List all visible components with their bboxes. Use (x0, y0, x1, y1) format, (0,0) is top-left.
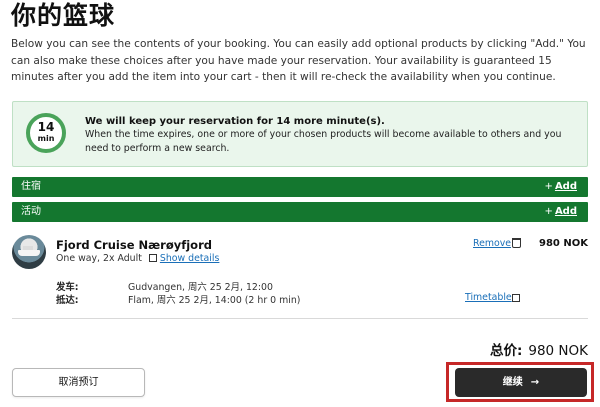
section-bar-accommodation: 住宿 + Add (12, 177, 588, 197)
arrival-label: 抵达: (56, 295, 79, 306)
add-activity-button[interactable]: + Add (545, 202, 577, 222)
trash-icon[interactable] (512, 238, 521, 248)
divider (12, 318, 588, 319)
total-value: 980 NOK (528, 343, 588, 359)
section-bar-activities: 活动 + Add (12, 202, 588, 222)
timer-text: When the time expires, one or more of yo… (85, 129, 562, 154)
total-label: 总价: (489, 343, 523, 359)
section-label-activities: 活动 (21, 206, 41, 217)
intro-text: Below you can see the contents of your b… (11, 38, 586, 83)
product-thumbnail (12, 235, 46, 269)
external-link-icon (148, 254, 157, 262)
departure-label: 发车: (56, 282, 79, 293)
timer-minutes: 14 (37, 120, 55, 134)
departure-value: Gudvangen, 周六 25 2月, 12:00 (128, 282, 273, 293)
timer-icon: 14 min (26, 113, 66, 153)
show-details-link[interactable]: Show details (148, 253, 219, 264)
product-subtitle: One way, 2x Adult Show details (56, 253, 219, 264)
section-label-accommodation: 住宿 (21, 181, 41, 192)
product-name: Fjord Cruise Nærøyfjord (56, 238, 212, 252)
arrival-value: Flam, 周六 25 2月, 14:00 (2 hr 0 min) (128, 295, 301, 306)
total-price: 总价: 980 NOK (490, 339, 588, 359)
product-ticket-info: One way, 2x Adult (56, 253, 142, 264)
plus-icon: + (544, 206, 553, 217)
timer-heading: We will keep your reservation for 14 mor… (85, 116, 385, 127)
page-title: 你的篮球 (11, 1, 116, 30)
cancel-booking-button[interactable]: 取消预订 (12, 368, 145, 397)
timetable-link[interactable]: Timetable (465, 292, 512, 303)
remove-link[interactable]: Remove (473, 238, 511, 249)
plus-icon: + (544, 181, 553, 192)
add-accommodation-button[interactable]: + Add (545, 177, 577, 197)
reservation-timer-notice: 14 min We will keep your reservation for… (12, 101, 588, 167)
arrow-right-icon: → (530, 377, 540, 388)
continue-button[interactable]: 继续 → (455, 368, 587, 397)
external-link-icon (512, 294, 520, 302)
timer-unit: min (37, 134, 55, 143)
product-price: 980 NOK (539, 238, 588, 249)
